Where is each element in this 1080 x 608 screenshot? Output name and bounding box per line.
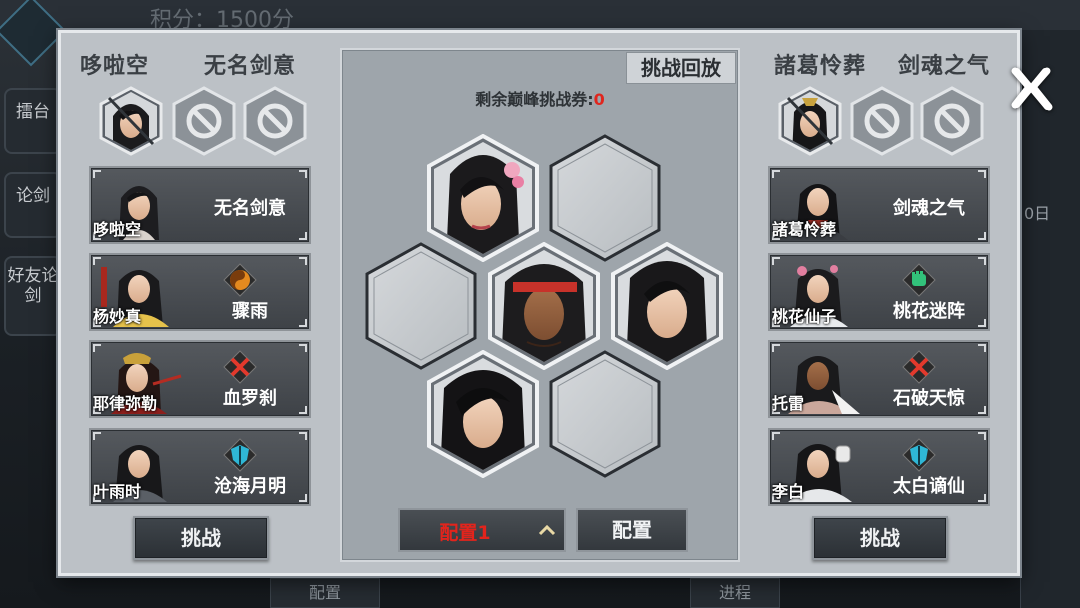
right-header-skill: 剑魂之气 [897,54,990,79]
left-slot-hero[interactable] [99,86,163,156]
hero-portrait-icon [778,86,842,156]
challenge-replay-button[interactable]: 挑战回放 [626,52,736,84]
right-slot-empty-2[interactable] [920,86,984,156]
formation-slot-6[interactable] [426,349,540,479]
left-header-skill: 无名剑意 [203,54,296,79]
skill-name: 石破天惊 [893,388,965,409]
left-slot-empty-2[interactable] [243,86,307,156]
background-topbar: 积分：1500分 [0,0,1080,34]
config-dropdown-value: 配置1 [439,522,491,544]
hero-name: 李白 [772,482,805,501]
hero-name: 桃花仙子 [772,307,837,326]
bg-side-item-3: 好友论剑 [4,256,62,336]
skill-name: 太白谪仙 [893,476,965,497]
right-slot-empty-1[interactable] [850,86,914,156]
right-slot-hero[interactable] [778,86,842,156]
red-crossed-swords-icon [223,350,257,384]
blocked-icon [850,86,914,156]
chevron-up-icon [538,524,556,536]
close-icon [1011,67,1053,111]
right-challenge-button[interactable]: 挑战 [812,516,948,560]
formation-slot-7[interactable] [548,350,662,478]
skill-name: 无名剑意 [214,198,286,219]
blocked-icon [243,86,307,156]
right-team-header: 諸葛怜葬 剑魂之气 [762,48,1002,80]
empty-slot-icon [549,350,661,478]
blocked-icon [172,86,236,156]
right-card-3[interactable]: 托雷 石破天惊 [768,340,990,418]
hero-name: 托雷 [772,394,805,413]
left-card-4[interactable]: 叶雨时 沧海月明 [89,428,311,506]
right-card-4[interactable]: 李白 太白谪仙 [768,428,990,506]
left-team-header: 哆啦空 无名剑意 [68,48,308,80]
skill-name: 血罗刹 [223,388,277,409]
hero-name: 杨妙真 [93,307,142,326]
right-card-1[interactable]: 諸葛怜葬 剑魂之气 [768,166,990,244]
hero-name: 耶律弥勒 [93,394,158,413]
config-dropdown[interactable]: 配置1 [398,508,566,552]
background-right-text: 0日 [1024,204,1051,223]
hero-portrait-icon [427,349,539,479]
hero-name: 叶雨时 [93,482,142,501]
hero-name: 諸葛怜葬 [772,220,837,239]
left-header-hero: 哆啦空 [80,54,150,79]
hero-portrait-icon [99,86,163,156]
left-challenge-button[interactable]: 挑战 [133,516,269,560]
hero-name: 哆啦空 [93,220,142,239]
ticket-count: 0 [593,90,605,109]
left-card-1[interactable]: 哆啦空 无名剑意 [89,166,311,244]
cyan-shield-icon [902,438,936,472]
left-slot-empty-1[interactable] [172,86,236,156]
green-fist-icon [902,263,936,297]
config-button[interactable]: 配置 [576,508,688,552]
cyan-shield-icon [223,438,257,472]
ticket-counter: 剩余巅峰挑战券:0 [340,86,740,110]
blocked-icon [920,86,984,156]
bg-bottom-label-2: 进程 [690,578,780,608]
bg-bottom-label-1: 配置 [270,578,380,608]
bg-side-item-1: 擂台 [4,88,62,154]
right-card-2[interactable]: 桃花仙子 桃花迷阵 [768,253,990,331]
skill-name: 骤雨 [232,301,268,322]
ticket-label: 剩余巅峰挑战券: [475,90,594,109]
left-card-3[interactable]: 耶律弥勒 血罗刹 [89,340,311,418]
skill-name: 剑魂之气 [893,198,965,219]
orange-yinyang-icon [223,263,257,297]
red-crossed-swords-icon [902,350,936,384]
skill-name: 沧海月明 [214,476,286,497]
right-header-hero: 諸葛怜葬 [774,54,867,79]
left-card-2[interactable]: 杨妙真 骤雨 [89,253,311,331]
skill-name: 桃花迷阵 [893,301,965,322]
close-button[interactable] [1000,60,1062,118]
bg-side-item-2: 论剑 [4,172,62,238]
